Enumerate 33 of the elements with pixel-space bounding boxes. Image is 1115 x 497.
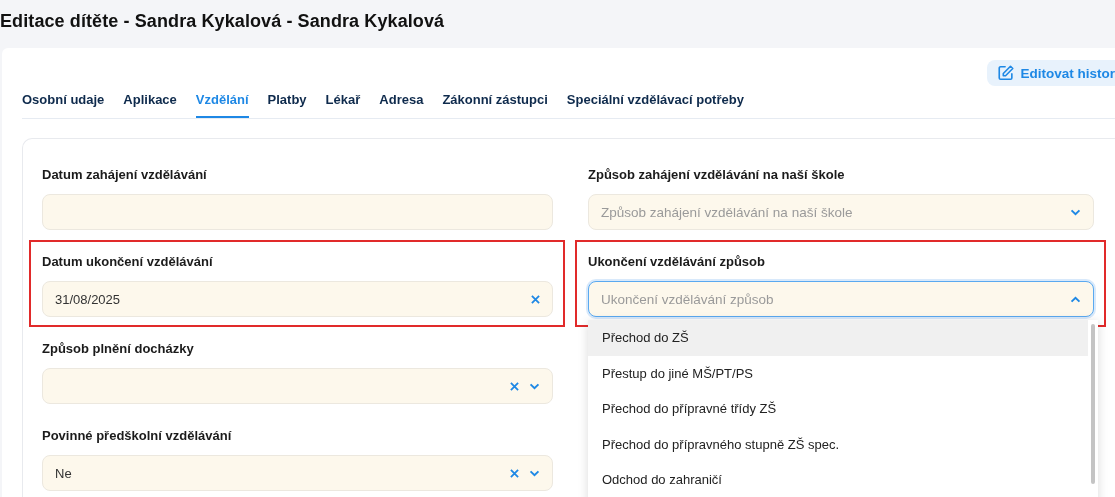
tab[interactable]: Zákonní zástupci — [442, 86, 548, 118]
clear-icon[interactable] — [510, 381, 519, 391]
select-field[interactable]: Ne — [42, 455, 553, 491]
field-label: Datum zahájení vzdělávání — [42, 167, 208, 183]
edit-icon — [997, 64, 1016, 82]
dropdown-option[interactable]: Odchod do zahraničí — [588, 462, 1088, 497]
tab[interactable]: Speciální vzdělávací potřeby — [566, 86, 744, 118]
field-label: Způsob zahájení vzdělávání na naší škole — [588, 167, 846, 183]
field-label: Způsob plnění docházky — [42, 341, 195, 357]
chevron-down-icon[interactable] — [529, 469, 540, 477]
tab[interactable]: Vzdělání — [195, 86, 249, 118]
tab[interactable]: Osobní udaje — [22, 86, 105, 118]
tab[interactable]: Aplikace — [123, 86, 177, 118]
dropdown-option[interactable]: Přechod do ZŠ — [588, 320, 1088, 356]
field-label: Ukončení vzdělávání způsob — [588, 254, 766, 270]
chevron-down-icon[interactable] — [1070, 208, 1081, 216]
field-label: Povinné předškolní vzdělávání — [42, 428, 233, 444]
dropdown-option[interactable]: Přestup do jiné MŠ/PT/PS — [588, 355, 1088, 391]
field-label: Datum ukončení vzdělávání — [42, 254, 214, 270]
date-field[interactable] — [42, 194, 553, 230]
chevron-down-icon[interactable] — [529, 382, 540, 390]
tab[interactable]: Platby — [267, 86, 307, 118]
scrollbar[interactable] — [1091, 324, 1095, 484]
dropdown-option[interactable]: Přechod do přípravného stupně ZŠ spec. — [588, 426, 1088, 462]
chevron-up-icon[interactable] — [1070, 295, 1081, 303]
dropdown-option[interactable]: Přechod do přípravné třídy ZŠ — [588, 391, 1088, 427]
tab[interactable]: Lékař — [325, 86, 361, 118]
tab[interactable]: Adresa — [379, 86, 424, 118]
clear-icon[interactable] — [531, 294, 540, 304]
select-field[interactable] — [42, 368, 553, 404]
clear-icon[interactable] — [510, 468, 519, 478]
page-title: Editace dítěte - Sandra Kykalová - Sandra Kykalová — [0, 10, 445, 32]
date-field[interactable]: 31/08/2025 — [42, 281, 553, 317]
